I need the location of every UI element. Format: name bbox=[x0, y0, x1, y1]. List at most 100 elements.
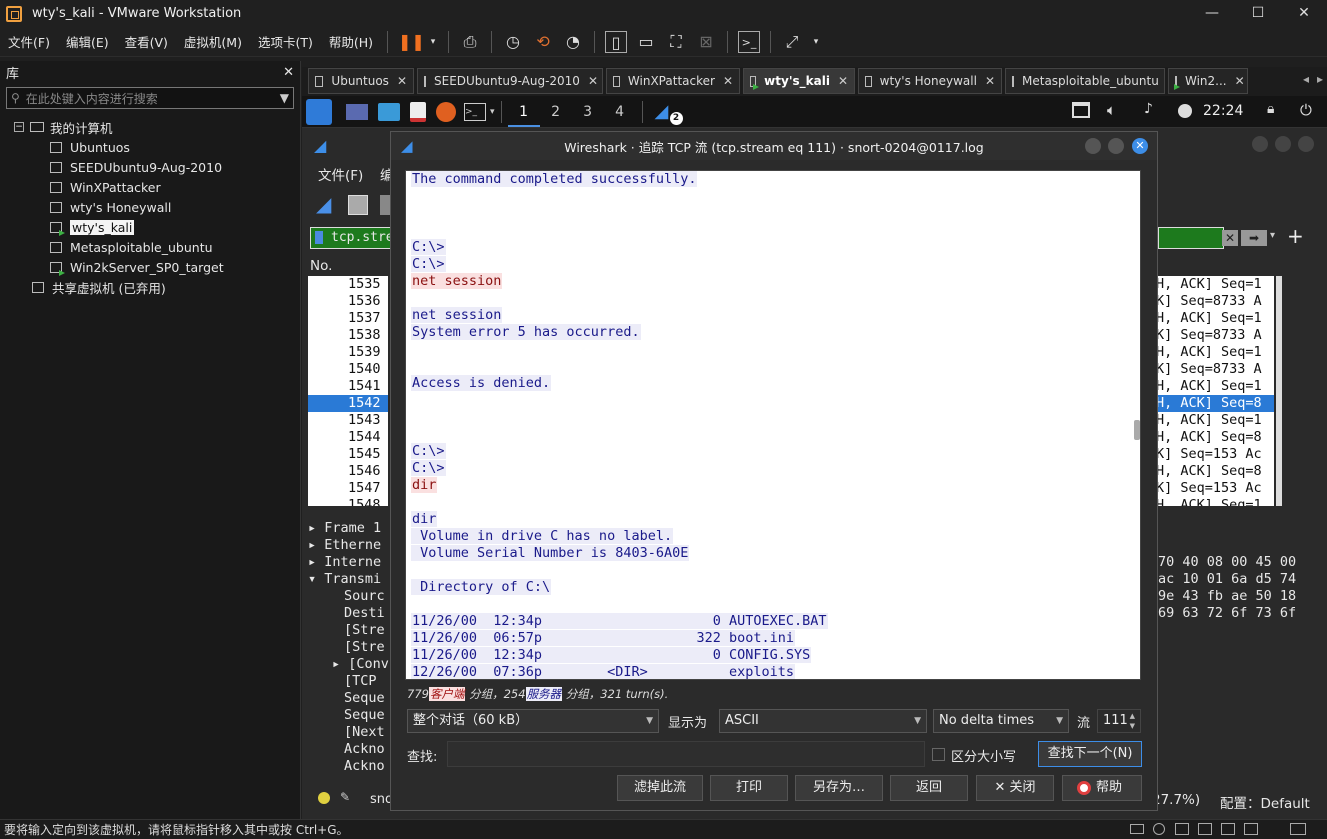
packet-info[interactable]: K] Seq=8733 A bbox=[1156, 293, 1274, 310]
stream-scrollbar-thumb[interactable] bbox=[1134, 420, 1140, 440]
back-button[interactable]: 返回 bbox=[890, 775, 968, 801]
menu-vm[interactable]: 虚拟机(M) bbox=[176, 32, 250, 51]
tab-seedubuntu[interactable]: SEEDUbuntu9-Aug-2010 ✕ bbox=[417, 68, 603, 94]
tab-winxpattacker[interactable]: WinXPattacker ✕ bbox=[606, 68, 740, 94]
menu-view[interactable]: 查看(V) bbox=[117, 32, 176, 51]
stream-line[interactable]: System error 5 has occurred. bbox=[411, 324, 1140, 341]
wireshark-task-icon[interactable]: ◢ 2 bbox=[655, 101, 683, 125]
conversation-select[interactable]: 整个对话（60 kB） ▼ bbox=[407, 709, 659, 733]
stream-line[interactable]: C:\> bbox=[411, 443, 1140, 460]
stop-capture-icon[interactable] bbox=[348, 195, 368, 215]
chevron-down-icon[interactable]: ▾ bbox=[490, 107, 495, 117]
start-capture-icon[interactable]: ◢ bbox=[316, 192, 331, 216]
tab-metasploitable[interactable]: Metasploitable_ubuntu✕ bbox=[1005, 68, 1177, 94]
close-library-icon[interactable]: ✕ bbox=[283, 65, 294, 80]
message-icon[interactable] bbox=[1290, 823, 1306, 835]
hex-row[interactable]: 69 63 72 6f 73 6f bbox=[1158, 605, 1318, 622]
packet-no[interactable]: 1535 bbox=[308, 276, 388, 293]
library-search[interactable]: ⚲ 在此处键入内容进行搜索 ▼ bbox=[6, 87, 294, 109]
maximize-icon[interactable] bbox=[1108, 138, 1124, 154]
library-view-icon[interactable]: ▯ bbox=[605, 30, 628, 53]
menu-help[interactable]: 帮助(H) bbox=[321, 32, 381, 51]
terminal-icon[interactable]: >_ bbox=[464, 102, 486, 121]
stream-content[interactable]: The command completed successfully. C:\> C… bbox=[405, 170, 1141, 680]
packet-info[interactable]: H, ACK] Seq=1 bbox=[1156, 310, 1274, 327]
display-icon[interactable] bbox=[1244, 823, 1258, 835]
unity-icon[interactable]: ⊠ bbox=[695, 31, 717, 53]
stream-line[interactable] bbox=[411, 494, 1140, 511]
close-tab-icon[interactable]: ✕ bbox=[977, 74, 995, 88]
stream-line[interactable] bbox=[411, 358, 1140, 375]
packet-no[interactable]: 1546 bbox=[308, 463, 388, 480]
fullscreen-icon[interactable]: ⛶ bbox=[665, 31, 687, 53]
tree-item[interactable]: Sourc bbox=[308, 588, 392, 605]
hdd-icon[interactable] bbox=[1130, 824, 1144, 834]
close-button[interactable]: ✕ 关闭 bbox=[976, 775, 1054, 801]
case-sensitive-label[interactable]: 区分大小写 bbox=[951, 746, 1016, 765]
tab-win2k[interactable]: Win2... ✕ bbox=[1168, 68, 1248, 94]
stream-line[interactable] bbox=[411, 205, 1140, 222]
packet-list-numbers[interactable]: 1535 1536 1537 1538 1539 1540 1541 1542 … bbox=[308, 276, 388, 506]
logout-icon[interactable]: ⏻ bbox=[1300, 101, 1312, 119]
packet-info[interactable]: H, ACK] Seq=1 bbox=[1156, 276, 1274, 293]
menu-tabs[interactable]: 选项卡(T) bbox=[250, 32, 321, 51]
packet-no[interactable]: 1548 bbox=[308, 497, 388, 506]
packet-info[interactable]: H, ACK] Seq=8 bbox=[1156, 463, 1274, 480]
packet-no[interactable]: 1540 bbox=[308, 361, 388, 378]
packet-bytes[interactable]: 70 40 08 00 45 00 ac 10 01 6a d5 74 9e 4… bbox=[1158, 554, 1318, 624]
tree-item[interactable]: ▸ Frame 1 bbox=[308, 520, 392, 537]
find-next-button[interactable]: 查找下一个(N) bbox=[1038, 741, 1142, 767]
pause-icon[interactable]: ❚❚ bbox=[398, 31, 425, 53]
maximize-icon[interactable] bbox=[1275, 136, 1291, 152]
stream-line[interactable] bbox=[411, 188, 1140, 205]
tree-item[interactable]: Seque bbox=[308, 690, 392, 707]
tree-item[interactable]: ▸ [Conv bbox=[308, 656, 392, 673]
library-search-input[interactable]: 在此处键入内容进行搜索 bbox=[26, 90, 280, 107]
workspace-4[interactable]: 4 bbox=[604, 104, 636, 120]
packet-no[interactable]: 1539 bbox=[308, 344, 388, 361]
stream-line[interactable] bbox=[411, 562, 1140, 579]
stream-line[interactable] bbox=[411, 596, 1140, 613]
tree-item[interactable]: [TCP bbox=[308, 673, 392, 690]
tree-item[interactable]: ▾ Transmi bbox=[308, 571, 392, 588]
tree-item[interactable]: [Next bbox=[308, 724, 392, 741]
tree-vm[interactable]: wty's Honeywall bbox=[0, 197, 300, 217]
filter-out-stream-button[interactable]: 滤掉此流 bbox=[617, 775, 703, 801]
spin-icon[interactable]: ▲ ▼ bbox=[1130, 711, 1135, 731]
console-icon[interactable]: >_ bbox=[738, 30, 761, 53]
window-list-icon[interactable] bbox=[1072, 102, 1090, 118]
show-as-select[interactable]: ASCII ▼ bbox=[719, 709, 927, 733]
stream-line[interactable]: C:\> bbox=[411, 256, 1140, 273]
save-as-button[interactable]: 另存为… bbox=[795, 775, 883, 801]
tab-wtys-kali[interactable]: wty's_kali ✕ bbox=[743, 68, 855, 94]
stream-line[interactable]: The command completed successfully. bbox=[411, 171, 1140, 188]
packet-no[interactable]: 1543 bbox=[308, 412, 388, 429]
stream-line[interactable]: Volume Serial Number is 8403-6A0E bbox=[411, 545, 1140, 562]
find-input[interactable] bbox=[447, 741, 925, 767]
editor-icon[interactable] bbox=[410, 101, 426, 122]
stream-line[interactable] bbox=[411, 409, 1140, 426]
close-icon[interactable]: ✕ bbox=[1281, 0, 1327, 27]
desktop-icon[interactable] bbox=[346, 103, 368, 120]
bookmark-icon[interactable] bbox=[315, 231, 323, 244]
tree-vm[interactable]: SEEDUbuntu9-Aug-2010 bbox=[0, 157, 300, 177]
packet-list-info[interactable]: H, ACK] Seq=1 K] Seq=8733 A H, ACK] Seq=… bbox=[1156, 276, 1274, 506]
close-tab-icon[interactable]: ✕ bbox=[580, 74, 598, 88]
stream-line[interactable]: dir bbox=[411, 511, 1140, 528]
hex-row[interactable]: ac 10 01 6a d5 74 bbox=[1158, 571, 1318, 588]
packet-details-tree[interactable]: ▸ Frame 1 ▸ Etherne ▸ Interne ▾ Transmi … bbox=[308, 520, 392, 778]
stream-line[interactable]: net session bbox=[411, 307, 1140, 324]
network-icon[interactable] bbox=[1175, 823, 1189, 835]
tree-item[interactable]: [Stre bbox=[308, 639, 392, 656]
tab-scroll-right-icon[interactable]: ▸ bbox=[1317, 72, 1323, 86]
minimize-icon[interactable]: — bbox=[1189, 0, 1235, 27]
col-no[interactable]: No. bbox=[310, 258, 332, 274]
tree-vm[interactable]: Ubuntuos bbox=[0, 137, 300, 157]
packet-info[interactable]: H, ACK] Seq=1 bbox=[1156, 378, 1274, 395]
hex-row[interactable]: 9e 43 fb ae 50 18 bbox=[1158, 588, 1318, 605]
menu-file[interactable]: 文件(F) bbox=[0, 32, 58, 51]
packet-info-selected[interactable]: H, ACK] Seq=8 bbox=[1156, 395, 1274, 412]
close-icon[interactable] bbox=[1298, 136, 1314, 152]
stream-line[interactable]: 11/26/00 12:34p 0 AUTOEXEC.BAT bbox=[411, 613, 1140, 630]
stream-line[interactable] bbox=[411, 392, 1140, 409]
